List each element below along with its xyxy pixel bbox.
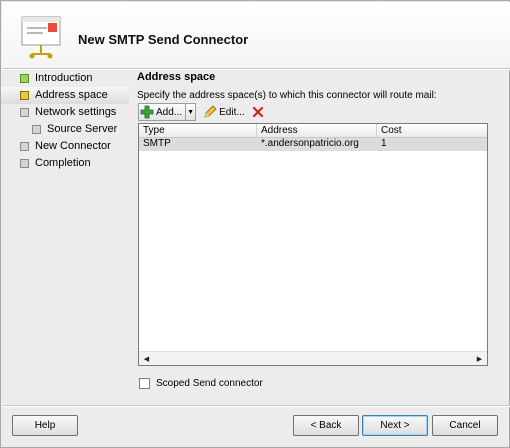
next-button[interactable]: Next > (362, 415, 428, 436)
step-pending-icon (20, 108, 29, 117)
column-header-address[interactable]: Address (257, 124, 377, 138)
add-button[interactable]: Add... (138, 103, 187, 121)
add-button-label: Add... (156, 106, 183, 118)
instruction-text: Specify the address space(s) to which th… (137, 90, 437, 101)
horizontal-scrollbar[interactable]: ◀ ▶ (139, 351, 487, 365)
chevron-down-icon: ▼ (187, 108, 195, 116)
scoped-connector-option[interactable]: Scoped Send connector (139, 378, 263, 389)
table-row[interactable]: SMTP *.andersonpatricio.org 1 (139, 138, 487, 151)
add-plus-icon (140, 105, 154, 119)
add-dropdown-button[interactable]: ▼ (186, 103, 197, 121)
step-pending-icon (20, 142, 29, 151)
chevron-left-icon: ◀ (143, 356, 150, 363)
cell-address: *.andersonpatricio.org (261, 138, 359, 149)
footer-divider (2, 405, 510, 407)
wizard-steps: Introduction Address space Network setti… (1, 70, 129, 172)
step-completion: Completion (19, 155, 129, 172)
address-toolbar: Add... ▼ Edit... (138, 103, 266, 121)
section-title: Address space (137, 71, 216, 83)
step-address-space: Address space (1, 87, 129, 104)
step-done-icon (20, 74, 29, 83)
column-header-type[interactable]: Type (139, 124, 257, 138)
column-header-cost[interactable]: Cost (377, 124, 487, 138)
scroll-left-button[interactable]: ◀ (140, 353, 153, 365)
scoped-connector-checkbox[interactable] (139, 378, 150, 389)
step-current-icon (20, 91, 29, 100)
cancel-button[interactable]: Cancel (432, 415, 498, 436)
wizard-header: New SMTP Send Connector (2, 2, 510, 68)
step-introduction: Introduction (19, 70, 129, 87)
step-network-settings: Network settings (19, 104, 129, 121)
cell-type: SMTP (143, 138, 171, 149)
back-button[interactable]: < Back (293, 415, 359, 436)
pencil-icon (204, 105, 217, 118)
cell-cost: 1 (381, 138, 387, 149)
remove-button[interactable] (250, 103, 266, 121)
list-header: Type Address Cost (139, 124, 487, 138)
scoped-connector-label: Scoped Send connector (156, 378, 263, 389)
scroll-right-button[interactable]: ▶ (473, 353, 486, 365)
address-space-list[interactable]: Type Address Cost SMTP *.andersonpatrici… (138, 123, 488, 366)
step-pending-icon (20, 159, 29, 168)
step-source-server: Source Server (19, 121, 129, 138)
edit-button[interactable]: Edit... (200, 103, 248, 121)
envelope-connector-icon (21, 16, 61, 59)
wizard-window: New SMTP Send Connector Introduction Add… (0, 0, 510, 448)
step-pending-icon (32, 125, 41, 134)
remove-x-icon (252, 106, 263, 118)
wizard-title: New SMTP Send Connector (78, 32, 249, 47)
scrollbar-track[interactable] (154, 354, 472, 364)
edit-button-label: Edit... (219, 106, 245, 118)
chevron-right-icon: ▶ (476, 356, 483, 363)
step-new-connector: New Connector (19, 138, 129, 155)
help-button[interactable]: Help (12, 415, 78, 436)
